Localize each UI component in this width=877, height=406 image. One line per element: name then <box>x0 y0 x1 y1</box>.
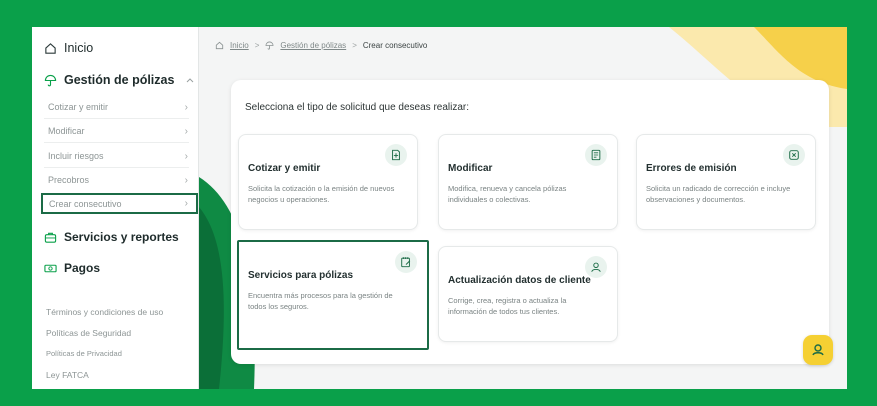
chevron-right-icon: › <box>184 174 188 186</box>
sidebar-item-servicios[interactable]: Servicios y reportes <box>44 230 179 244</box>
sidebar-sub-item-label: Cotizar y emitir <box>48 102 109 112</box>
chevron-right-icon: › <box>184 198 188 209</box>
breadcrumb: Inicio > Gestión de pólizas > Crear cons… <box>215 41 427 50</box>
sidebar-sub-item-label: Incluir riesgos <box>48 151 104 161</box>
card-title: Modificar <box>448 163 493 174</box>
card-servicios-polizas[interactable]: Servicios para pólizas Encuentra más pro… <box>237 240 429 350</box>
sidebar-item-label: Inicio <box>64 41 94 55</box>
card-description: Modifica, renueva y cancela pólizas indi… <box>448 184 567 204</box>
sidebar-item-label: Gestión de pólizas <box>64 73 175 87</box>
breadcrumb-separator: > <box>254 41 260 50</box>
footer-link-terminos[interactable]: Términos y condiciones de uso <box>46 307 163 317</box>
breadcrumb-link-gestion[interactable]: Gestión de pólizas <box>280 41 346 50</box>
footer-link-fatca[interactable]: Ley FATCA <box>46 370 89 380</box>
money-bill-icon <box>44 264 57 272</box>
card-title: Actualización datos de cliente <box>448 275 591 286</box>
sidebar-sub-item-label: Precobros <box>48 175 90 185</box>
card-errores-emision[interactable]: Errores de emisión Solicita un radicado … <box>636 134 816 230</box>
chat-support-icon <box>812 344 824 356</box>
briefcase-icon <box>44 232 57 243</box>
divider <box>44 142 189 143</box>
panel-title: Selecciona el tipo de solicitud que dese… <box>245 102 470 113</box>
footer-link-seguridad[interactable]: Políticas de Seguridad <box>46 328 131 338</box>
sidebar-sub-item-precobros[interactable]: Precobros › <box>48 171 188 189</box>
card-title: Errores de emisión <box>646 163 737 174</box>
sidebar-item-gestion[interactable]: Gestión de pólizas <box>44 73 194 87</box>
main-content: Inicio > Gestión de pólizas > Crear cons… <box>199 27 847 389</box>
chevron-right-icon: › <box>184 125 188 137</box>
request-type-panel: Selecciona el tipo de solicitud que dese… <box>231 80 829 364</box>
divider <box>44 167 189 168</box>
breadcrumb-current: Crear consecutivo <box>362 41 428 50</box>
sidebar: Inicio Gestión de pólizas Cotizar y emit… <box>32 27 199 389</box>
chevron-right-icon: › <box>184 101 188 113</box>
breadcrumb-link-inicio[interactable]: Inicio <box>230 41 249 50</box>
card-description: Solicita la cotización o la emisión de n… <box>248 184 395 204</box>
sidebar-item-pagos[interactable]: Pagos <box>44 261 100 275</box>
footer-link-privacidad[interactable]: Políticas de Privacidad <box>46 349 122 358</box>
card-title: Cotizar y emitir <box>248 163 321 174</box>
sidebar-sub-item-label: Crear consecutivo <box>49 198 122 209</box>
card-cotizar-emitir[interactable]: Cotizar y emitir Solicita la cotización … <box>238 134 418 230</box>
help-chat-button[interactable] <box>803 335 833 365</box>
umbrella-icon <box>44 74 57 86</box>
card-description: Solicita un radicado de corrección e inc… <box>646 184 791 204</box>
sidebar-item-label: Servicios y reportes <box>64 230 179 244</box>
document-add-icon <box>385 144 407 166</box>
sidebar-sub-item-incluir[interactable]: Incluir riesgos › <box>48 147 188 165</box>
sidebar-item-inicio[interactable]: Inicio <box>44 41 93 55</box>
home-icon <box>45 42 56 54</box>
sidebar-sub-item-cotizar[interactable]: Cotizar y emitir › <box>48 98 188 116</box>
home-icon <box>215 41 224 50</box>
sidebar-sub-item-label: Modificar <box>48 126 85 136</box>
umbrella-icon <box>265 41 274 50</box>
card-description: Encuentra más procesos para la gestión d… <box>248 291 393 311</box>
sidebar-sub-item-modificar[interactable]: Modificar › <box>48 122 188 140</box>
card-actualizacion-cliente[interactable]: Actualización datos de cliente Corrige, … <box>438 246 618 342</box>
sidebar-item-label: Pagos <box>64 261 101 275</box>
chevron-up-icon <box>186 78 194 83</box>
document-edit-icon <box>585 144 607 166</box>
error-fix-icon <box>783 144 805 166</box>
card-description: Corrige, crea, registra o actualiza la i… <box>448 296 567 316</box>
card-title: Servicios para pólizas <box>248 270 354 281</box>
notepad-pencil-icon <box>395 251 417 273</box>
card-modificar[interactable]: Modificar Modifica, renueva y cancela pó… <box>438 134 618 230</box>
breadcrumb-separator: > <box>352 41 357 50</box>
divider <box>44 118 189 119</box>
chevron-right-icon: › <box>184 150 188 162</box>
sidebar-sub-item-crear-consecutivo[interactable]: Crear consecutivo › <box>41 193 198 214</box>
app-window: Inicio Gestión de pólizas Cotizar y emit… <box>32 27 847 389</box>
